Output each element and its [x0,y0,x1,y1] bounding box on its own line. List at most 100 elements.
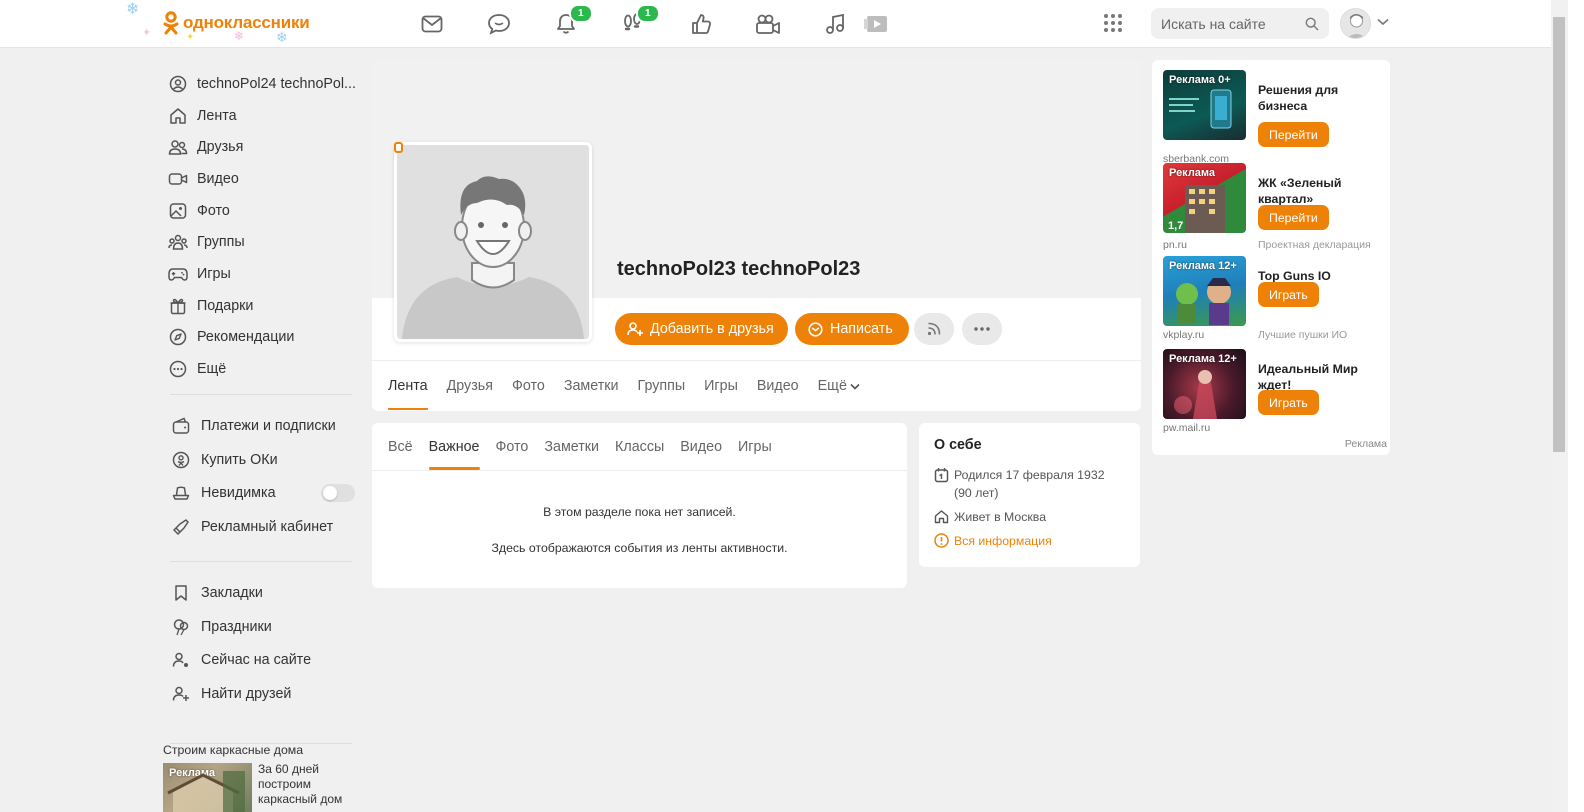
tab-more[interactable]: Ещё [818,361,860,411]
sidebar-item-label: Лента [197,107,237,124]
sidebar-item-groups[interactable]: Группы [160,226,360,258]
info-icon [934,533,950,550]
sidebar-item-video[interactable]: Видео [160,163,360,195]
ad-image[interactable]: Реклама 12+ [1163,349,1246,419]
sidebar-item-photo[interactable]: Фото [160,195,360,227]
feed-tab-all[interactable]: Всё [388,423,413,470]
sidebar-item-find-friends[interactable]: Найти друзей [160,677,360,711]
nav-video-showcase[interactable] [861,10,891,38]
ad-button[interactable]: Перейти [1258,122,1329,147]
feed-tab-notes[interactable]: Заметки [544,423,599,470]
snowflake-icon: ❄ [126,1,140,18]
about-location-text: Живет в Москва [954,510,1047,524]
left-ad-image[interactable]: Реклама [163,763,252,812]
subscribe-button[interactable] [914,313,954,345]
sidebar-item-bookmarks[interactable]: Закладки [160,576,360,610]
ad-button[interactable]: Играть [1258,282,1319,307]
ad-image[interactable]: Реклама 12+ [1163,256,1246,326]
write-message-button[interactable]: Написать [795,313,909,345]
ad-image[interactable]: Реклама 0+ [1163,70,1246,140]
nav-discussions[interactable] [484,10,514,38]
gift-icon [168,296,188,316]
sidebar-item-payments[interactable]: Платежи и подписки [160,409,360,443]
ad-button[interactable]: Перейти [1258,205,1329,230]
sidebar-item-label: Друзья [197,139,244,156]
sidebar-item-label: Рекламный кабинет [201,518,334,535]
sidebar-item-label: technoPol24 technoPol... [197,75,356,92]
video-icon [168,169,188,189]
search-icon[interactable] [1305,16,1319,32]
tab-feed[interactable]: Лента [388,361,428,411]
write-label: Написать [830,321,893,337]
nav-music[interactable] [820,10,850,38]
add-friend-label: Добавить в друзья [650,321,774,337]
logo[interactable]: ❄ ✦ ❄ ❄ ✦ одноклассники [126,0,326,47]
feed-empty-hint: Здесь отображаются события из ленты акти… [491,541,788,555]
nav-guests[interactable]: 1 [618,4,660,38]
sidebar-item-gifts[interactable]: Подарки [160,290,360,322]
sidebar-item-buy-oks[interactable]: Купить ОКи [160,443,360,477]
about-birthday: Родился 17 февраля 1932 (90 лет) [934,466,1125,502]
sidebar-item-profile[interactable]: technoPol24 technoPol... [160,68,360,100]
sidebar-item-ad-cabinet[interactable]: Рекламный кабинет [160,510,360,544]
left-ad-title[interactable]: Строим каркасные дома [163,743,303,757]
more-icon [168,359,188,379]
ad-domain[interactable]: pw.mail.ru [1163,422,1210,434]
sidebar-item-more[interactable]: Ещё [160,353,360,385]
add-friend-button[interactable]: Добавить в друзья [615,313,788,345]
left-ad-text[interactable]: За 60 дней построим каркасный дом [258,762,353,807]
nav-notifications[interactable]: 1 [551,4,593,38]
sidebar-item-feed[interactable]: Лента [160,100,360,132]
profile-name: technoPol23 technoPol23 [617,258,861,280]
profile-tabs: Лента Друзья Фото Заметки Группы Игры Ви… [372,360,1141,411]
ad-domain[interactable]: pn.ru [1163,239,1187,251]
about-all-info-link[interactable]: Вся информация [934,532,1125,550]
feed-tab-photo[interactable]: Фото [496,423,529,470]
invisible-toggle[interactable] [321,484,355,503]
feed-tab-important[interactable]: Важное [428,423,480,470]
sidebar-item-recommendations[interactable]: Рекомендации [160,322,360,354]
tab-friends[interactable]: Друзья [447,361,493,411]
ads-label: Реклама [1344,438,1387,450]
user-avatar[interactable] [1340,8,1371,39]
more-actions-button[interactable] [962,313,1002,345]
house-image [167,771,245,812]
nav-messages[interactable] [417,10,447,38]
apps-grid-icon[interactable] [1103,13,1123,33]
ad-title[interactable]: Идеальный Мир ждет! [1258,361,1378,393]
sidebar-item-friends[interactable]: Друзья [160,131,360,163]
sidebar-item-invisible[interactable]: Невидимка [160,476,360,510]
ad-title[interactable]: Решения для бизнеса [1258,82,1378,114]
ad-button[interactable]: Играть [1258,390,1319,415]
feed-tab-video[interactable]: Видео [680,423,722,470]
photo-icon [168,201,188,221]
page-scrollbar[interactable] [1551,0,1568,812]
profile-avatar[interactable] [394,142,592,342]
feed-tab-games[interactable]: Игры [738,423,772,470]
nav-video[interactable] [753,10,783,38]
sidebar-item-online-now[interactable]: Сейчас на сайте [160,643,360,677]
sidebar-item-label: Видео [197,170,239,187]
profile-card: technoPol23 technoPol23 Добавить в друзь… [372,60,1141,411]
scrollbar-thumb[interactable] [1553,17,1565,452]
sidebar-item-label: Праздники [201,618,272,635]
ad-title[interactable]: ЖК «Зеленый квартал» [1258,175,1378,207]
ad-image[interactable]: 1,7 Реклама [1163,163,1246,233]
tab-groups[interactable]: Группы [638,361,686,411]
sidebar-section-extras: Закладки Праздники Сейчас на сайте Найти… [160,576,360,711]
chevron-down-icon[interactable] [1377,18,1389,26]
sidebar-item-label: Ещё [197,361,227,378]
left-sidebar: technoPol24 technoPol... Лента Друзья Ви… [160,68,360,385]
tab-photo[interactable]: Фото [512,361,545,411]
nav-events[interactable] [686,10,716,38]
sidebar-item-games[interactable]: Игры [160,258,360,290]
sidebar-item-holidays[interactable]: Праздники [160,610,360,644]
tab-notes[interactable]: Заметки [564,361,619,411]
feed-tab-classes[interactable]: Классы [615,423,664,470]
tab-games[interactable]: Игры [704,361,738,411]
tab-video[interactable]: Видео [757,361,799,411]
ad-domain[interactable]: vkplay.ru [1163,329,1204,341]
ad-tag: Реклама 12+ [1169,353,1237,365]
add-friend-icon [172,685,190,703]
search-input[interactable] [1161,15,1301,32]
